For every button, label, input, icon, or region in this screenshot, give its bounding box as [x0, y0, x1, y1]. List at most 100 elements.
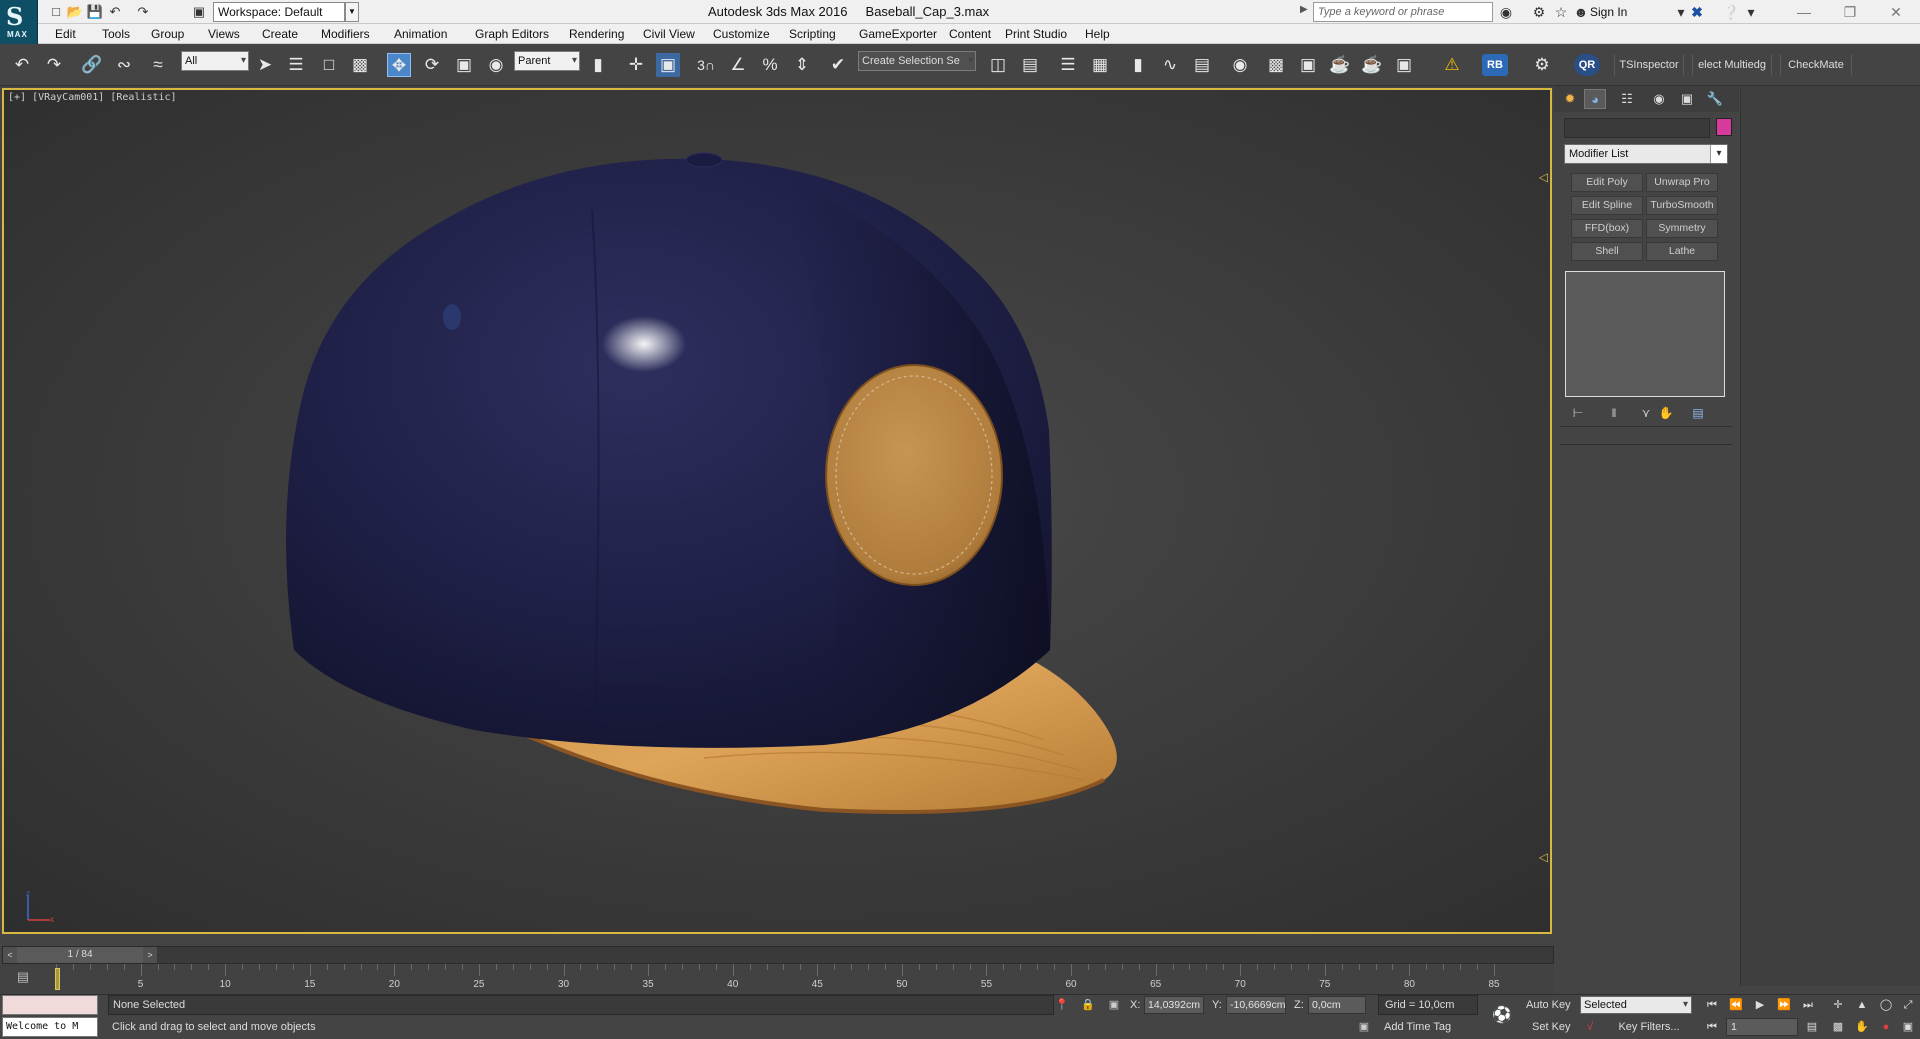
- set-key-button[interactable]: Set Key: [1532, 1017, 1571, 1037]
- render-iterative-icon[interactable]: ☕: [1360, 53, 1384, 77]
- make-unique-icon[interactable]: ⋎: [1636, 404, 1656, 422]
- object-color-swatch[interactable]: [1716, 118, 1732, 136]
- edit-named-selection-icon[interactable]: ✔: [826, 53, 850, 77]
- menu-civil-view[interactable]: Civil View: [643, 24, 695, 44]
- mini-curve-editor-icon[interactable]: ▤: [12, 969, 34, 987]
- select-and-rotate-icon[interactable]: ⟳: [420, 53, 444, 77]
- add-time-tag-button[interactable]: Add Time Tag: [1364, 1017, 1484, 1037]
- previous-frame-icon[interactable]: ⏪: [1726, 996, 1746, 1014]
- menu-views[interactable]: Views: [208, 24, 240, 44]
- viewport[interactable]: [+] [VRayCam001] [Realistic] ◁ ◁ z x: [2, 88, 1552, 934]
- exchange-apps-icon[interactable]: ✖: [1688, 3, 1706, 21]
- maximize-button[interactable]: ❐: [1828, 0, 1872, 24]
- time-configuration-icon[interactable]: ▤: [1802, 1018, 1822, 1036]
- utilities-tab-icon[interactable]: 🔧: [1704, 89, 1726, 109]
- help-icon[interactable]: ❔: [1722, 3, 1740, 21]
- menu-tools[interactable]: Tools: [102, 24, 130, 44]
- percent-snap-icon[interactable]: %: [758, 53, 782, 77]
- zoom-icon[interactable]: ✛: [1828, 996, 1848, 1014]
- spinner-snap-icon[interactable]: ⇕: [790, 53, 814, 77]
- user-icon[interactable]: ☻: [1572, 3, 1590, 21]
- pan-view-icon[interactable]: ✋: [1852, 1018, 1872, 1036]
- menu-graph-editors[interactable]: Graph Editors: [475, 24, 549, 44]
- min-max-toggle-icon[interactable]: ▣: [1898, 1018, 1918, 1036]
- select-multiedge-button[interactable]: elect Multiedg: [1692, 54, 1772, 76]
- favorites-star-icon[interactable]: ☆: [1552, 3, 1570, 21]
- select-and-link-icon[interactable]: 🔗: [80, 53, 104, 77]
- bind-to-space-warp-icon[interactable]: ≈: [146, 53, 170, 77]
- pin-stack-icon[interactable]: ⊢: [1568, 404, 1588, 422]
- next-frame-icon[interactable]: ⏩: [1774, 996, 1794, 1014]
- binoculars-icon[interactable]: ◉: [1497, 3, 1515, 21]
- project-folder-icon[interactable]: ▣: [190, 3, 208, 21]
- select-object-icon[interactable]: ➤: [253, 53, 277, 77]
- modify-tab-icon[interactable]: ◕: [1584, 89, 1606, 109]
- modifier-list-arrow-icon[interactable]: ▾: [1710, 145, 1727, 163]
- y-coordinate-field[interactable]: -10,6669cm: [1226, 996, 1286, 1014]
- object-name-field[interactable]: [1564, 118, 1710, 138]
- default-in-out-tangents-icon[interactable]: √: [1582, 1019, 1598, 1035]
- rectangular-selection-icon[interactable]: □: [317, 53, 341, 77]
- rendered-frame-window-icon[interactable]: ▣: [1296, 53, 1320, 77]
- menu-modifiers[interactable]: Modifiers: [321, 24, 370, 44]
- absolute-relative-toggle-icon[interactable]: ▣: [1106, 997, 1122, 1013]
- menu-content[interactable]: Content: [949, 24, 991, 44]
- unwrap-pro-button[interactable]: Unwrap Pro: [1646, 173, 1718, 192]
- ffd-box-button[interactable]: FFD(box): [1571, 219, 1643, 238]
- snaps-toggle-icon[interactable]: 3∩: [694, 53, 718, 77]
- named-selection-sets-dropdown[interactable]: Create Selection Se: [858, 51, 976, 71]
- maximize-viewport-icon[interactable]: ⤢: [1898, 996, 1918, 1014]
- close-window-button[interactable]: ✕: [1874, 0, 1918, 24]
- viewport-label[interactable]: [+] [VRayCam001] [Realistic]: [8, 92, 177, 103]
- undo-icon[interactable]: ↶: [10, 53, 34, 77]
- scene-explorer-icon[interactable]: ☰: [1056, 53, 1080, 77]
- redo-icon[interactable]: ↷: [134, 3, 152, 21]
- selection-lock-icon[interactable]: 🔒: [1080, 997, 1096, 1013]
- workspace-selector[interactable]: Workspace: Default: [213, 2, 345, 22]
- redo-icon[interactable]: ↷: [42, 53, 66, 77]
- hierarchy-tab-icon[interactable]: ☷: [1616, 89, 1638, 109]
- track-bar[interactable]: ▤ 5 10 15 20 25 30 35 40 45 50 55 60 65 70 75 80 85: [0, 964, 1554, 994]
- key-filters-button[interactable]: Key Filters...: [1604, 1017, 1694, 1037]
- symmetry-button[interactable]: Symmetry: [1646, 219, 1718, 238]
- turbosmooth-button[interactable]: TurboSmooth: [1646, 196, 1718, 215]
- play-icon[interactable]: ▶: [1750, 996, 1770, 1014]
- menu-customize[interactable]: Customize: [713, 24, 770, 44]
- current-frame-field[interactable]: 1: [1726, 1018, 1798, 1036]
- select-and-scale-icon[interactable]: ▣: [452, 53, 476, 77]
- layer-explorer-icon[interactable]: ▦: [1088, 53, 1112, 77]
- time-slider-next-icon[interactable]: >: [143, 947, 157, 963]
- orbit-icon[interactable]: ◯: [1876, 996, 1896, 1014]
- mirror-icon[interactable]: ◫: [986, 53, 1010, 77]
- unlink-selection-icon[interactable]: ∾: [112, 53, 136, 77]
- keyboard-shortcut-override-icon[interactable]: ▣: [656, 53, 680, 77]
- workspace-dropdown-arrow[interactable]: ▼: [345, 2, 359, 22]
- reference-coordinate-dropdown[interactable]: Parent: [514, 51, 580, 71]
- schematic-view-icon[interactable]: ▤: [1190, 53, 1214, 77]
- lathe-button[interactable]: Lathe: [1646, 242, 1718, 261]
- selection-filter-dropdown[interactable]: All: [181, 51, 249, 71]
- app-logo[interactable]: S MAX: [0, 0, 38, 44]
- time-slider[interactable]: < 1 / 84 >: [2, 946, 1554, 964]
- communication-center-icon[interactable]: ⚙: [1530, 3, 1548, 21]
- menu-group[interactable]: Group: [151, 24, 184, 44]
- tsinspector-button[interactable]: TSInspector: [1614, 54, 1684, 76]
- key-mode-dropdown[interactable]: Selected: [1580, 996, 1692, 1014]
- z-coordinate-field[interactable]: 0,0cm: [1308, 996, 1366, 1014]
- help-dropdown-icon[interactable]: ▾: [1742, 3, 1760, 21]
- menu-edit[interactable]: Edit: [55, 24, 76, 44]
- menu-create[interactable]: Create: [262, 24, 298, 44]
- rb-script-button[interactable]: RB: [1482, 54, 1508, 76]
- render-setup-icon[interactable]: ▩: [1264, 53, 1288, 77]
- create-tab-icon[interactable]: ✹: [1559, 89, 1581, 109]
- display-tab-icon[interactable]: ▣: [1676, 89, 1698, 109]
- menu-animation[interactable]: Animation: [394, 24, 447, 44]
- remove-modifier-icon[interactable]: ✋: [1656, 404, 1676, 422]
- search-expand-icon[interactable]: ▶: [1300, 4, 1308, 15]
- pivot-center-icon[interactable]: ▮: [586, 53, 610, 77]
- shell-button[interactable]: Shell: [1571, 242, 1643, 261]
- menu-rendering[interactable]: Rendering: [569, 24, 624, 44]
- menu-print-studio[interactable]: Print Studio: [1005, 24, 1067, 44]
- maxscript-listener-field[interactable]: [2, 995, 98, 1015]
- checkmate-button[interactable]: CheckMate: [1780, 54, 1852, 76]
